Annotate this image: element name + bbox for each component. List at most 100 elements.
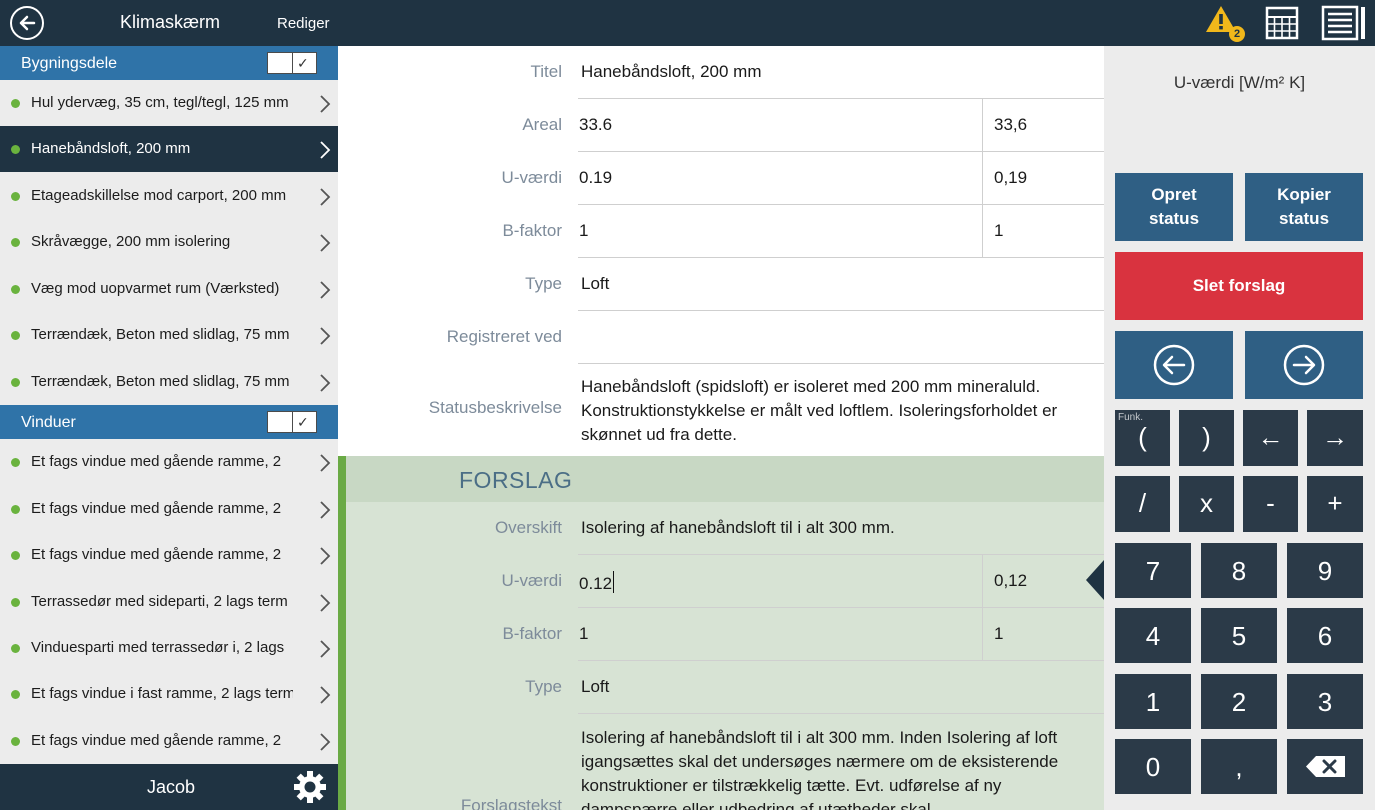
group-toggle[interactable]: ✓ [267, 411, 317, 433]
sidebar-item-selected[interactable]: Hanebåndsloft, 200 mm [0, 126, 338, 172]
forslag-heading: FORSLAG [459, 467, 573, 493]
bfaktor-input[interactable]: 1 [579, 221, 588, 241]
uvaerdi-input[interactable]: 0.19 [579, 168, 612, 188]
field-label: B-faktor [502, 221, 562, 240]
app-title: Klimaskærm [120, 12, 221, 32]
key-label: → [1322, 422, 1348, 452]
key-plus[interactable]: + [1307, 476, 1363, 532]
sidebar-item[interactable]: Terrændæk, Beton med slidlag, 75 mm [0, 312, 338, 358]
back-arrow-icon [19, 15, 36, 31]
chevron-right-icon [320, 234, 331, 252]
key-4[interactable]: 4 [1115, 608, 1191, 663]
sidebar-item[interactable]: Etageadskillelse mod carport, 200 mm [0, 173, 338, 219]
right-panel: U-værdi [W/m² K] Opret status Kopier sta… [1104, 46, 1375, 810]
field-label: Titel [530, 62, 563, 81]
type-select[interactable]: Loft [581, 274, 609, 294]
sidebar-item[interactable]: Terrassedør med sideparti, 2 lags term [0, 579, 338, 625]
group-header-vinduer[interactable]: Vinduer ✓ [0, 405, 338, 439]
warning-button[interactable]: 2 [1204, 4, 1246, 42]
field-titel: Titel Hanebåndsloft, 200 mm [338, 46, 1104, 99]
sidebar-item[interactable]: Skråvægge, 200 mm isolering [0, 219, 338, 265]
key-label: / [1138, 488, 1147, 518]
gear-icon[interactable] [293, 770, 327, 804]
key-label: 9 [1317, 556, 1333, 586]
sidebar-item[interactable]: Væg mod uopvarmet rum (Værksted) [0, 266, 338, 312]
user-name[interactable]: Jacob [147, 777, 195, 798]
circle-arrow-left-icon [1153, 344, 1195, 386]
key-comma[interactable]: , [1201, 739, 1277, 794]
key-close-paren[interactable]: ) [1179, 410, 1234, 466]
list-icon [1321, 5, 1365, 41]
overskrift-input[interactable]: Isolering af hanebåndsloft til i alt 300… [581, 518, 895, 538]
sidebar-item[interactable]: Et fags vindue med gående ramme, 2 [0, 439, 338, 485]
sidebar-item[interactable]: Et fags vindue med gående ramme, 2 [0, 718, 338, 764]
status-dot [11, 378, 20, 387]
key-7[interactable]: 7 [1115, 543, 1191, 598]
sidebar-item[interactable]: Terrændæk, Beton med slidlag, 75 mm [0, 359, 338, 405]
previous-button[interactable] [1115, 331, 1233, 399]
checkmark-icon: ✓ [297, 55, 309, 71]
field-label: Statusbeskrivelse [428, 398, 562, 417]
titel-input[interactable]: Hanebåndsloft, 200 mm [581, 62, 762, 82]
delete-proposal-button[interactable]: Slet forslag [1115, 252, 1363, 320]
key-8[interactable]: 8 [1201, 543, 1277, 598]
key-6[interactable]: 6 [1287, 608, 1363, 663]
key-label: 1 [1145, 687, 1161, 717]
chevron-right-icon [320, 594, 331, 612]
chevron-right-icon [320, 454, 331, 472]
forslagstekst-textarea[interactable]: Isolering af hanebåndsloft til i alt 300… [581, 726, 1071, 810]
key-open-paren[interactable]: Funk. ( [1115, 410, 1170, 466]
key-1[interactable]: 1 [1115, 674, 1191, 729]
chevron-right-icon [320, 640, 331, 658]
edit-button[interactable]: Rediger [277, 15, 330, 32]
key-3[interactable]: 3 [1287, 674, 1363, 729]
key-label: 8 [1231, 556, 1247, 586]
group-toggle[interactable]: ✓ [267, 52, 317, 74]
field-label: U-værdi [501, 571, 562, 590]
field-forslag-uvaerdi: U-værdi 0.12 0,12 [338, 555, 1104, 608]
field-label: Type [525, 274, 562, 293]
sidebar-item[interactable]: Et fags vindue i fast ramme, 2 lags term [0, 671, 338, 717]
key-cursor-right[interactable]: → [1307, 410, 1363, 466]
key-divide[interactable]: / [1115, 476, 1170, 532]
forslag-uvaerdi-input[interactable]: 0.12 [579, 571, 615, 594]
key-2[interactable]: 2 [1201, 674, 1277, 729]
status-dot [11, 644, 20, 653]
key-label: - [1266, 488, 1275, 518]
field-areal: Areal 33.6 33,6 [338, 99, 1104, 152]
create-status-button[interactable]: Opret status [1115, 173, 1233, 241]
text-caret [613, 571, 615, 593]
key-9[interactable]: 9 [1287, 543, 1363, 598]
key-backspace[interactable] [1287, 739, 1363, 794]
key-minus[interactable]: - [1243, 476, 1298, 532]
sidebar-item[interactable]: Vinduesparti med terrassedør i, 2 lags [0, 625, 338, 671]
key-multiply[interactable]: x [1179, 476, 1234, 532]
chevron-right-icon [320, 547, 331, 565]
back-button[interactable] [10, 6, 44, 40]
key-0[interactable]: 0 [1115, 739, 1191, 794]
button-label: Opret [1151, 185, 1197, 204]
next-button[interactable] [1245, 331, 1363, 399]
sidebar-item[interactable]: Et fags vindue med gående ramme, 2 [0, 486, 338, 532]
forslag-type-select[interactable]: Loft [581, 677, 609, 697]
list-button[interactable] [1321, 5, 1367, 41]
sidebar-item[interactable]: Hul ydervæg, 35 cm, tegl/tegl, 125 mm [0, 80, 338, 126]
forslag-bfaktor-input[interactable]: 1 [579, 624, 588, 644]
key-label: , [1235, 752, 1243, 782]
key-label: 5 [1231, 621, 1247, 651]
field-registreret: Registreret ved [338, 311, 1104, 364]
forslag-bfaktor-calculated: 1 [994, 624, 1004, 643]
group-label: Vinduer [21, 414, 76, 431]
forslag-uvaerdi-calculated: 0,12 [994, 571, 1028, 590]
sidebar-item-label: Et fags vindue med gående ramme, 2 [31, 732, 282, 749]
copy-status-button[interactable]: Kopier status [1245, 173, 1363, 241]
key-label: 3 [1317, 687, 1333, 717]
key-5[interactable]: 5 [1201, 608, 1277, 663]
sidebar-item[interactable]: Et fags vindue med gående ramme, 2 [0, 532, 338, 578]
key-cursor-left[interactable]: ← [1243, 410, 1298, 466]
areal-input[interactable]: 33.6 [579, 115, 612, 135]
calculator-button[interactable] [1265, 6, 1299, 40]
field-type: Type Loft [338, 258, 1104, 311]
group-header-bygningsdele[interactable]: Bygningsdele ✓ [0, 46, 338, 80]
status-textarea[interactable]: Hanebåndsloft (spidsloft) er isoleret me… [581, 375, 1081, 447]
